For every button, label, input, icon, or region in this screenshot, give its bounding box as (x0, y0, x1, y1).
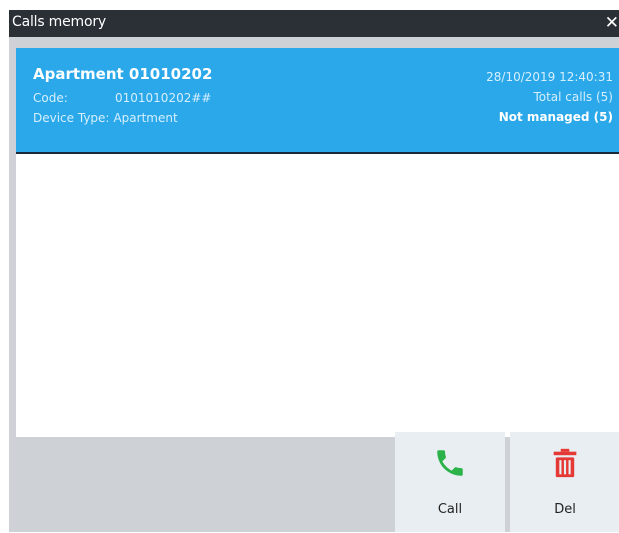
device-type-label: Device Type: (33, 111, 110, 125)
call-button-label: Call (437, 502, 463, 517)
status-badge: Not managed (5) (498, 110, 613, 124)
close-icon[interactable]: ✕ (603, 13, 619, 33)
total-calls: Total calls (5) (533, 90, 613, 104)
delete-button[interactable]: Del (510, 432, 619, 532)
code-value: 0101010202## (115, 91, 212, 105)
calls-memory-window: Calls memory ✕ Apartment 01010202 Code: 0… (9, 10, 619, 532)
call-title: Apartment 01010202 (33, 65, 213, 83)
device-type-value: Apartment (113, 111, 178, 125)
trash-icon (553, 448, 577, 478)
title-bar: Calls memory ✕ (9, 10, 619, 37)
calls-list: Apartment 01010202 Code: 0101010202## Dev… (16, 48, 619, 437)
list-item[interactable]: Apartment 01010202 Code: 0101010202## Dev… (16, 48, 619, 154)
call-datetime: 28/10/2019 12:40:31 (486, 70, 613, 84)
phone-icon (437, 450, 463, 476)
delete-button-label: Del (554, 502, 576, 517)
window-title: Calls memory (12, 14, 106, 30)
code-label: Code: (33, 91, 68, 105)
device-type-row: Device Type: Apartment (33, 111, 178, 125)
code-row: Code: 0101010202## (33, 91, 211, 105)
call-button[interactable]: Call (395, 432, 505, 532)
